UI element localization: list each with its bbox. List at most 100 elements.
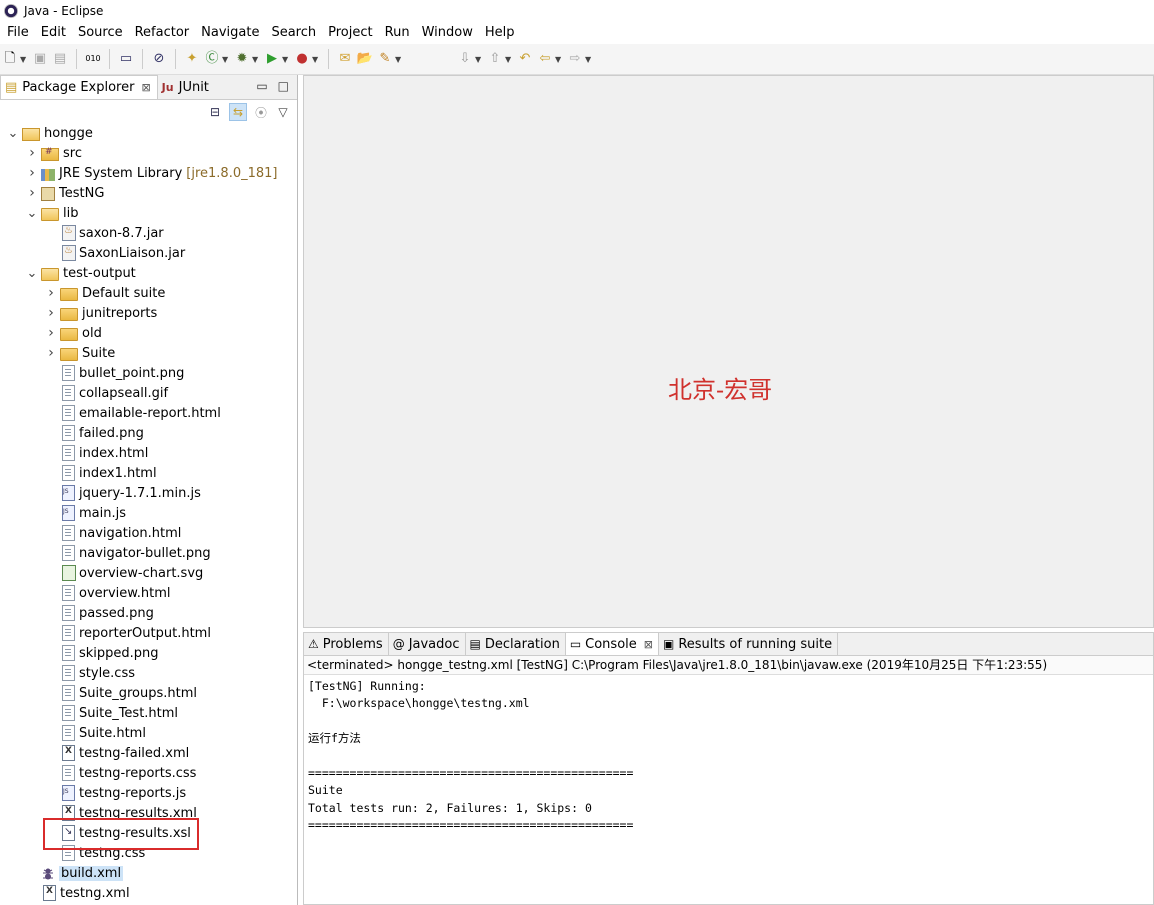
chevron-down-icon[interactable]: ▼ bbox=[475, 55, 483, 64]
back-icon[interactable]: ⇦ bbox=[537, 51, 553, 67]
chevron-right-icon[interactable]: › bbox=[45, 345, 57, 361]
chevron-down-icon[interactable]: ⌄ bbox=[26, 266, 38, 281]
open-folder-icon[interactable]: 📂 bbox=[357, 51, 373, 67]
tree-item[interactable]: ⌄ hongge bbox=[0, 123, 297, 143]
tree-item[interactable]: navigator-bullet.png bbox=[0, 543, 297, 563]
tab-package-explorer[interactable]: ▤ Package Explorer ⊠ bbox=[0, 75, 158, 99]
save-all-icon[interactable]: ▤ bbox=[52, 51, 68, 67]
menu-search[interactable]: Search bbox=[264, 25, 321, 40]
chevron-right-icon[interactable]: › bbox=[45, 325, 57, 341]
tree-item[interactable]: jquery-1.7.1.min.js bbox=[0, 483, 297, 503]
tree-item[interactable]: emailable-report.html bbox=[0, 403, 297, 423]
menu-help[interactable]: Help bbox=[478, 25, 520, 40]
tree-item[interactable]: style.css bbox=[0, 663, 297, 683]
tree-item[interactable]: testng-reports.js bbox=[0, 783, 297, 803]
last-edit-icon[interactable]: ↶ bbox=[517, 51, 533, 67]
tree-item[interactable]: bullet_point.png bbox=[0, 363, 297, 383]
tree-item[interactable]: overview.html bbox=[0, 583, 297, 603]
tree-item[interactable]: › JRE System Library [jre1.8.0_181] bbox=[0, 163, 297, 183]
chevron-down-icon[interactable]: ▼ bbox=[505, 55, 513, 64]
view-menu-icon[interactable]: ▽ bbox=[275, 104, 291, 120]
tree-item[interactable]: › Default suite bbox=[0, 283, 297, 303]
tree-item[interactable]: Suite.html bbox=[0, 723, 297, 743]
collapse-all-icon[interactable]: ⊟ bbox=[207, 104, 223, 120]
tree-item[interactable]: collapseall.gif bbox=[0, 383, 297, 403]
tree-item[interactable]: ⌄ test-output bbox=[0, 263, 297, 283]
tab-javadoc[interactable]: @ Javadoc bbox=[389, 633, 466, 655]
tree-item[interactable]: › src bbox=[0, 143, 297, 163]
tab-console[interactable]: ▭ Console ⊠ bbox=[565, 633, 659, 655]
tree-item[interactable]: testng.xml bbox=[0, 883, 297, 903]
menu-navigate[interactable]: Navigate bbox=[194, 25, 264, 40]
new-package-icon[interactable]: ✦ bbox=[184, 51, 200, 67]
binary-icon[interactable]: 010 bbox=[85, 51, 101, 67]
tab-declaration[interactable]: ▤ Declaration bbox=[466, 633, 566, 655]
previous-annotation-icon[interactable]: ⇧ bbox=[487, 51, 503, 67]
tree-item[interactable]: Suite_groups.html bbox=[0, 683, 297, 703]
close-icon[interactable]: ⊠ bbox=[141, 81, 150, 94]
tree-item[interactable]: passed.png bbox=[0, 603, 297, 623]
chevron-right-icon[interactable]: › bbox=[26, 185, 38, 201]
chevron-down-icon[interactable]: ▼ bbox=[20, 55, 28, 64]
tab-junit[interactable]: Ju JUnit bbox=[158, 76, 215, 99]
tree-item[interactable]: › TestNG bbox=[0, 183, 297, 203]
console-view-icon[interactable]: ▭ bbox=[118, 51, 134, 67]
chevron-down-icon[interactable]: ▼ bbox=[252, 55, 260, 64]
close-icon[interactable]: ⊠ bbox=[644, 638, 653, 651]
menu-edit[interactable]: Edit bbox=[34, 25, 71, 40]
tree-item[interactable]: › Suite bbox=[0, 343, 297, 363]
tree-item[interactable]: index1.html bbox=[0, 463, 297, 483]
chevron-down-icon[interactable]: ▼ bbox=[312, 55, 320, 64]
menu-run[interactable]: Run bbox=[378, 25, 415, 40]
focus-task-icon[interactable]: ⦿ bbox=[253, 104, 269, 120]
chevron-down-icon[interactable]: ▼ bbox=[282, 55, 290, 64]
chevron-right-icon[interactable]: › bbox=[45, 285, 57, 301]
external-tools-icon[interactable]: ● bbox=[294, 51, 310, 67]
new-icon[interactable]: 🗋 bbox=[2, 51, 18, 67]
forward-icon[interactable]: ⇨ bbox=[567, 51, 583, 67]
tree-item[interactable]: build.xml bbox=[0, 863, 297, 883]
tree-item[interactable]: navigation.html bbox=[0, 523, 297, 543]
run-icon[interactable]: ▶ bbox=[264, 51, 280, 67]
menu-refactor[interactable]: Refactor bbox=[128, 25, 195, 40]
menu-project[interactable]: Project bbox=[321, 25, 377, 40]
tree-item[interactable]: overview-chart.svg bbox=[0, 563, 297, 583]
tree-item[interactable]: › old bbox=[0, 323, 297, 343]
debug-icon[interactable]: ✹ bbox=[234, 51, 250, 67]
tree-item[interactable]: index.html bbox=[0, 443, 297, 463]
tree-item[interactable]: skipped.png bbox=[0, 643, 297, 663]
tab-problems[interactable]: ⚠ Problems bbox=[304, 633, 389, 655]
menu-file[interactable]: File bbox=[0, 25, 34, 40]
tree-item[interactable]: › junitreports bbox=[0, 303, 297, 323]
skip-breakpoints-icon[interactable]: ⊘ bbox=[151, 51, 167, 67]
chevron-down-icon[interactable]: ▼ bbox=[222, 55, 230, 64]
tree-item[interactable]: reporterOutput.html bbox=[0, 623, 297, 643]
menu-window[interactable]: Window bbox=[415, 25, 478, 40]
tree-item[interactable]: testng-failed.xml bbox=[0, 743, 297, 763]
save-icon[interactable]: ▣ bbox=[32, 51, 48, 67]
tree-item[interactable]: testng-reports.css bbox=[0, 763, 297, 783]
open-type-icon[interactable]: ✉ bbox=[337, 51, 353, 67]
chevron-down-icon[interactable]: ⌄ bbox=[26, 206, 38, 221]
menu-source[interactable]: Source bbox=[71, 25, 128, 40]
tab-results-of-running-suite[interactable]: ▣ Results of running suite bbox=[659, 633, 839, 655]
tree-item[interactable]: saxon-8.7.jar bbox=[0, 223, 297, 243]
tree-item[interactable]: SaxonLiaison.jar bbox=[0, 243, 297, 263]
chevron-right-icon[interactable]: › bbox=[26, 165, 38, 181]
chevron-right-icon[interactable]: › bbox=[45, 305, 57, 321]
link-with-editor-icon[interactable]: ⇆ bbox=[229, 103, 247, 121]
maximize-icon[interactable]: □ bbox=[278, 79, 289, 93]
open-task-icon[interactable]: ✎ bbox=[377, 51, 393, 67]
next-annotation-icon[interactable]: ⇩ bbox=[457, 51, 473, 67]
minimize-icon[interactable]: ▭ bbox=[256, 79, 267, 93]
tree-item[interactable]: Suite_Test.html bbox=[0, 703, 297, 723]
tree-item[interactable]: failed.png bbox=[0, 423, 297, 443]
chevron-down-icon[interactable]: ▼ bbox=[585, 55, 593, 64]
new-class-icon[interactable]: Ⓒ bbox=[204, 51, 220, 67]
chevron-down-icon[interactable]: ⌄ bbox=[7, 126, 19, 141]
tree-item[interactable]: main.js bbox=[0, 503, 297, 523]
chevron-down-icon[interactable]: ▼ bbox=[395, 55, 403, 64]
tree-item[interactable]: ⌄ lib bbox=[0, 203, 297, 223]
chevron-right-icon[interactable]: › bbox=[26, 145, 38, 161]
chevron-down-icon[interactable]: ▼ bbox=[555, 55, 563, 64]
